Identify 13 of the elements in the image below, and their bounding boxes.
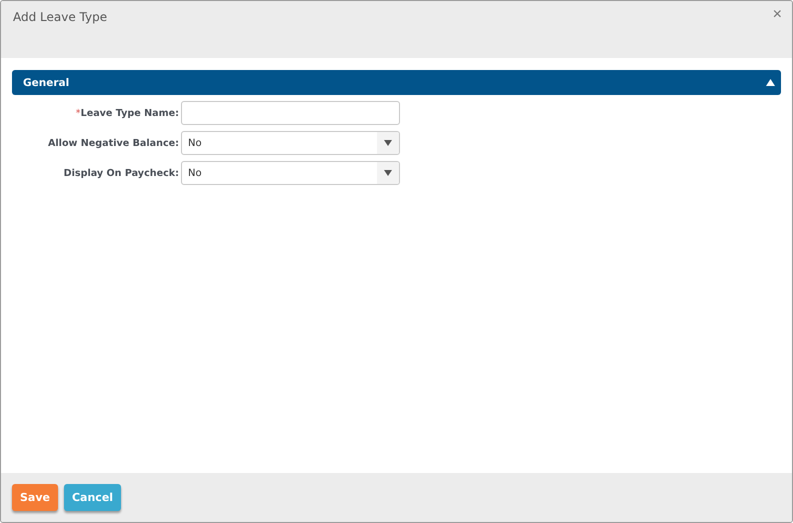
caret-icon xyxy=(384,170,392,176)
dropdown-field[interactable]: No xyxy=(181,161,400,185)
dropdown-field[interactable]: No xyxy=(181,131,400,155)
window-title: Add Leave Type xyxy=(13,10,108,24)
close-button[interactable]: × xyxy=(772,7,782,23)
section-header[interactable]: General xyxy=(12,70,781,95)
field-label: Display On Paycheck: xyxy=(62,168,180,178)
collapse-icon[interactable] xyxy=(766,79,775,86)
caret-icon xyxy=(384,140,392,146)
section-title: General xyxy=(23,76,70,88)
field-label: *Leave Type Name: xyxy=(74,108,180,118)
text-field[interactable] xyxy=(181,101,400,125)
field-label: Allow Negative Balance: xyxy=(46,138,180,148)
